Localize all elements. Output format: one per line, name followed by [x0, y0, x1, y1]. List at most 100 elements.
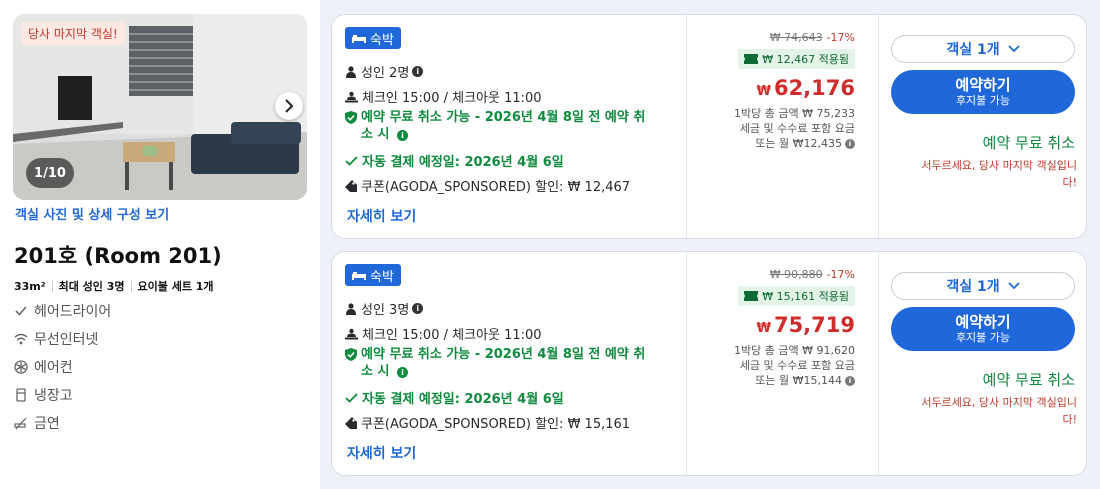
autopay-line: 자동 결제 예정일: 2026년 4월 6일 [345, 388, 564, 407]
info-icon[interactable]: i [845, 376, 855, 386]
book-label: 예약하기 [955, 75, 1011, 94]
hurry-line2: 다! [1062, 413, 1077, 426]
details-link[interactable]: 자세히 보기 [347, 206, 416, 226]
offer-card: 숙박 성인 3명 i 체크인 15:00 / 체크아웃 11:00 예약 무료 … [331, 251, 1087, 476]
snowflake-icon [14, 360, 28, 374]
info-icon[interactable]: i [845, 139, 855, 149]
info-icon[interactable]: i [412, 303, 424, 314]
autopay-line: 자동 결제 예정일: 2026년 4월 6일 [345, 151, 564, 170]
applied-text: ₩ 12,467 적용됨 [762, 53, 849, 66]
discount-percent: -17% [826, 31, 855, 44]
currency-symbol: ₩ [756, 84, 771, 99]
info-icon[interactable]: i [396, 130, 408, 141]
check-icon [345, 392, 358, 403]
autopay-text: 자동 결제 예정일: 2026년 4월 6일 [362, 155, 564, 170]
discount-percent: -17% [826, 268, 855, 281]
room-specs: 33m² 최대 성인 3명 요이불 세트 1개 [14, 278, 214, 294]
divider [878, 15, 879, 238]
stay-badge: 숙박 [345, 27, 401, 49]
check-icon [345, 155, 358, 166]
reception-icon [345, 91, 358, 102]
divider [878, 252, 879, 475]
wifi-icon [14, 333, 28, 345]
hurry-message: 서두르세요, 당사 마지막 객실입니 다! [891, 157, 1077, 191]
chevron-right-icon [285, 99, 294, 113]
chevron-down-icon [1007, 282, 1020, 290]
person-icon [346, 65, 356, 78]
tax-note: 세금 및 수수료 포함 요금 [739, 359, 855, 372]
free-cancel-label: 예약 무료 취소 [982, 134, 1075, 152]
next-photo-button[interactable] [275, 92, 303, 120]
applied-discount-badge: ₩ 12,467 적용됨 [738, 49, 855, 69]
guests-text: 성인 2명 [361, 66, 410, 81]
room-photos-link[interactable]: 객실 사진 및 상세 구성 보기 [15, 204, 169, 223]
price-notes: 1박당 총 금액 ₩ 75,233 세금 및 수수료 포함 요금 또는 월 ₩1… [734, 106, 855, 151]
divider [130, 280, 132, 292]
max-occupancy: 최대 성인 3명 [58, 280, 125, 293]
coupon-line: 쿠폰(AGODA_SPONSORED) 할인: ₩ 15,161 [345, 413, 630, 432]
final-price: ₩ 62,176 [757, 76, 855, 100]
offer-card: 숙박 성인 2명 i 체크인 15:00 / 체크아웃 11:00 예약 무료 … [331, 14, 1087, 239]
applied-text: ₩ 15,161 적용됨 [762, 290, 849, 303]
amenity-wifi: 무선인터넷 [14, 329, 98, 349]
image-counter: 1/10 [26, 158, 74, 188]
divider [51, 280, 53, 292]
hurry-line1: 서두르세요, 당사 마지막 객실입니 [921, 396, 1077, 409]
book-button[interactable]: 예약하기 후지불 가능 [891, 70, 1075, 114]
room-count-label: 객실 1개 [946, 42, 1000, 58]
no-smoking-icon [14, 417, 27, 430]
amenity-label: 헤어드라이어 [34, 304, 112, 320]
ticket-icon [744, 54, 759, 64]
price-column: ₩ 90,880 -17% ₩ 15,161 적용됨 ₩ 75,719 1박당 총… [687, 252, 867, 477]
per-night-total: 1박당 총 금액 ₩ 75,233 [734, 107, 855, 120]
stay-badge: 숙박 [345, 264, 401, 286]
info-icon[interactable]: i [412, 66, 424, 77]
shield-check-icon [345, 111, 357, 124]
price-notes: 1박당 총 금액 ₩ 91,620 세금 및 수수료 포함 요금 또는 월 ₩1… [734, 343, 855, 388]
coupon-text: 쿠폰(AGODA_SPONSORED) 할인: ₩ 12,467 [361, 180, 631, 195]
room-photo[interactable]: 당사 마지막 객실! 1/10 [13, 14, 307, 200]
badge-label: 숙박 [370, 269, 394, 285]
hurry-message: 서두르세요, 당사 마지막 객실입니 다! [891, 394, 1077, 428]
book-sublabel: 후지불 가능 [955, 93, 1011, 107]
free-cancellation-info: 예약 무료 취소 가능 - 2026년 4월 8일 전 예약 취 소 시 i [345, 346, 675, 380]
checkin-text: 체크인 15:00 / 체크아웃 11:00 [362, 91, 542, 106]
price-value: 62,176 [773, 76, 855, 100]
info-icon[interactable]: i [396, 367, 408, 378]
amenity-hairdryer: 헤어드라이어 [14, 301, 111, 321]
checkin-line: 체크인 15:00 / 체크아웃 11:00 [345, 87, 542, 106]
room-size: 33m² [14, 279, 46, 293]
shield-check-icon [345, 348, 357, 361]
strikethrough-price: ₩ 90,880 [769, 268, 823, 281]
last-room-tag: 당사 마지막 객실! [21, 22, 125, 45]
amenity-non-smoking: 금연 [14, 413, 60, 433]
amenity-aircon: 에어컨 [14, 357, 73, 377]
room-count-select[interactable]: 객실 1개 [891, 272, 1075, 300]
bed-icon [352, 272, 366, 280]
cancel-text-line2: 소 시 [361, 364, 390, 379]
cancel-text-line2: 소 시 [361, 127, 390, 142]
room-count-select[interactable]: 객실 1개 [891, 35, 1075, 63]
book-button[interactable]: 예약하기 후지불 가능 [891, 307, 1075, 351]
book-sublabel: 후지불 가능 [955, 330, 1011, 344]
currency-symbol: ₩ [756, 321, 771, 336]
price-column: ₩ 74,643 -17% ₩ 12,467 적용됨 ₩ 62,176 1박당 총… [687, 15, 867, 240]
guests-line: 성인 2명 i [345, 62, 424, 81]
guests-text: 성인 3명 [361, 303, 410, 318]
amenity-label: 금연 [34, 416, 60, 432]
book-label: 예약하기 [955, 312, 1011, 331]
details-link[interactable]: 자세히 보기 [347, 443, 416, 463]
strikethrough-price: ₩ 74,643 [769, 31, 823, 44]
room-title: 201호 (Room 201) [14, 244, 222, 268]
bedding: 요이불 세트 1개 [137, 280, 214, 293]
person-icon [346, 302, 356, 315]
coupon-text: 쿠폰(AGODA_SPONSORED) 할인: ₩ 15,161 [361, 417, 631, 432]
checkin-line: 체크인 15:00 / 체크아웃 11:00 [345, 324, 542, 343]
room-info-panel: 당사 마지막 객실! 1/10 객실 사진 및 상세 구성 보기 201호 (R… [0, 0, 320, 489]
amenity-label: 냉장고 [34, 388, 73, 404]
price-value: 75,719 [773, 313, 855, 337]
original-price: ₩ 74,643 -17% [770, 31, 855, 44]
applied-discount-badge: ₩ 15,161 적용됨 [738, 286, 855, 306]
ticket-icon [744, 291, 759, 301]
hurry-line2: 다! [1062, 176, 1077, 189]
